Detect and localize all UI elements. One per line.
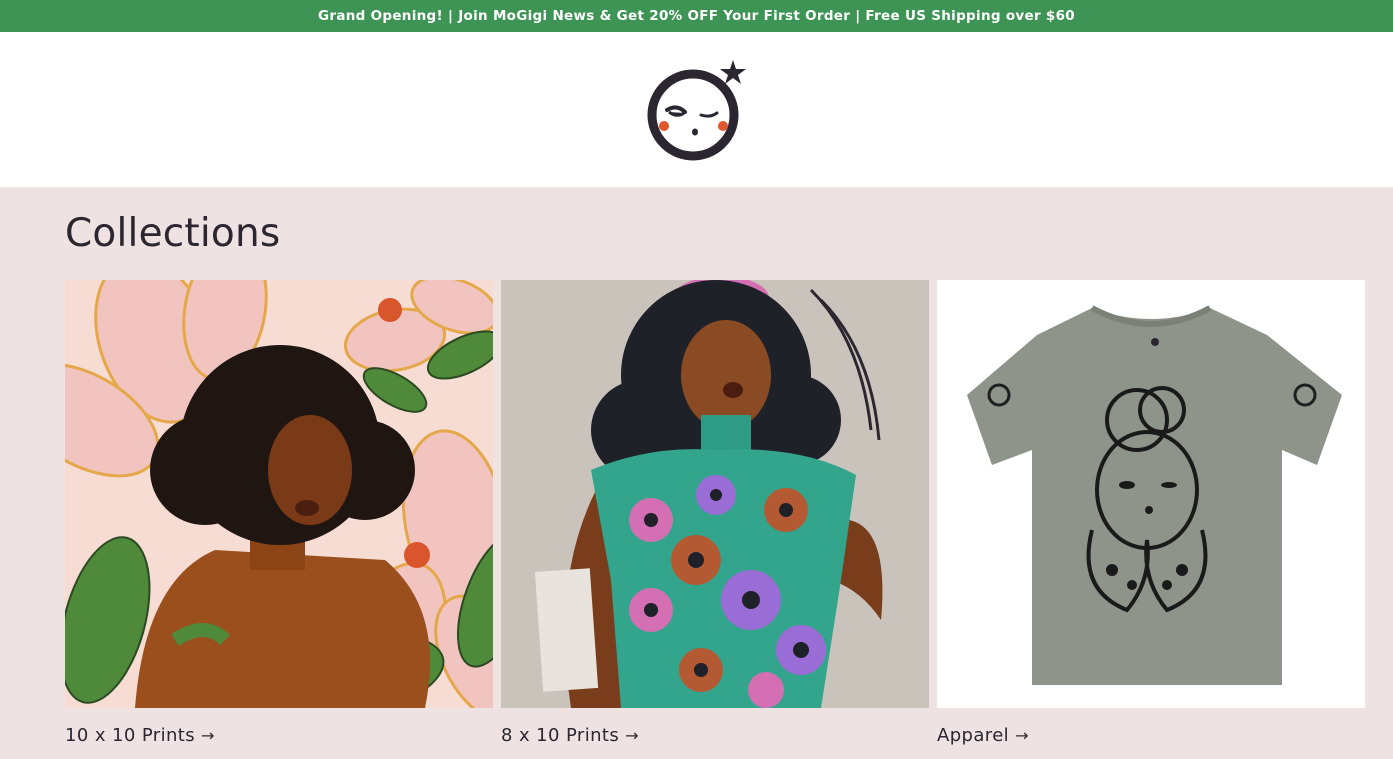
- mogigi-logo-icon: [647, 60, 746, 161]
- collection-label: Apparel: [937, 725, 1010, 746]
- collection-label: 8 x 10 Prints: [501, 725, 620, 746]
- arrow-right-icon: →: [1015, 726, 1029, 745]
- collection-grid: 10 x 10 Prints → 8 x 10 Prints → Apparel…: [65, 280, 1365, 746]
- grey-illustrated-tshirt: [937, 280, 1365, 708]
- arrow-right-icon: →: [625, 726, 639, 745]
- collection-label: 10 x 10 Prints: [65, 725, 196, 746]
- collection-card-8x10-prints[interactable]: 8 x 10 Prints →: [501, 280, 929, 746]
- announcement-text: Grand Opening! | Join MoGigi News & Get …: [317, 8, 1075, 24]
- woman-with-flowers-illustration: [65, 280, 493, 708]
- collection-card-10x10-prints[interactable]: 10 x 10 Prints →: [65, 280, 493, 746]
- collection-link-apparel[interactable]: Apparel →: [937, 725, 1365, 746]
- logo-link[interactable]: [647, 57, 747, 162]
- announcement-bar: Grand Opening! | Join MoGigi News & Get …: [0, 0, 1393, 32]
- collection-image-apparel[interactable]: [937, 280, 1365, 708]
- arrow-right-icon: →: [201, 726, 215, 745]
- collection-link-10x10[interactable]: 10 x 10 Prints →: [65, 725, 493, 746]
- woman-floral-dress-illustration: [501, 280, 929, 708]
- collections-section: Collections 10 x 10 Prints → 8 x 10 Prin…: [0, 211, 1393, 746]
- collection-image-8x10[interactable]: [501, 280, 929, 708]
- collection-link-8x10[interactable]: 8 x 10 Prints →: [501, 725, 929, 746]
- site-header: [0, 32, 1393, 187]
- collection-card-apparel[interactable]: Apparel →: [937, 280, 1365, 746]
- page-title: Collections: [65, 211, 281, 256]
- collection-image-10x10[interactable]: [65, 280, 493, 708]
